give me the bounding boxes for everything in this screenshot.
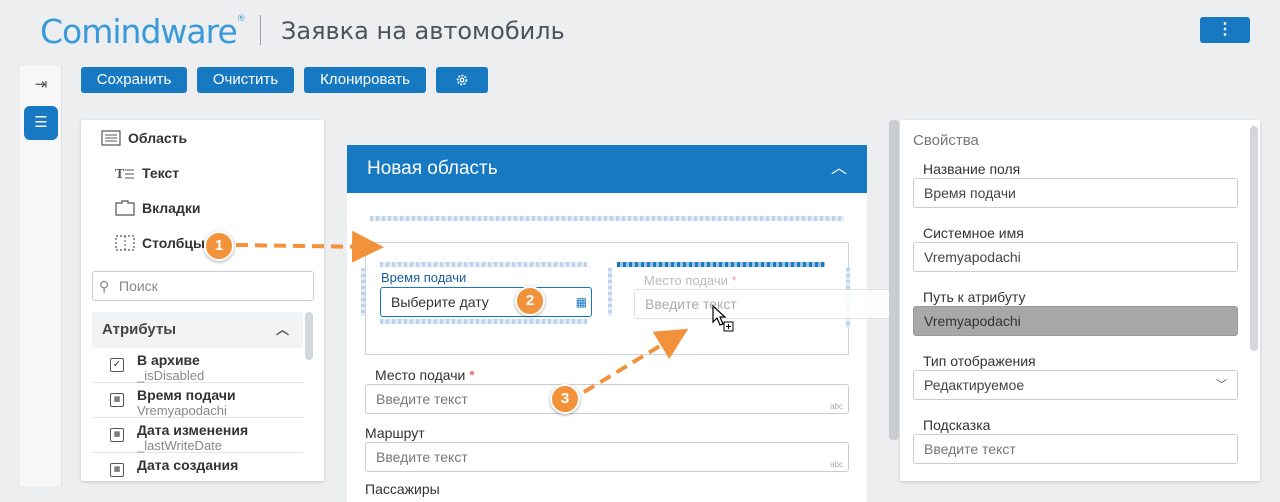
annotation-overlay: [235, 230, 689, 394]
annotation-marker-1: 1: [204, 231, 234, 261]
annotation-marker-2: 2: [515, 286, 545, 316]
annotation-arrow: [582, 328, 689, 394]
annotation-arrow: [235, 230, 384, 263]
annotation-marker-3: 3: [550, 384, 580, 414]
